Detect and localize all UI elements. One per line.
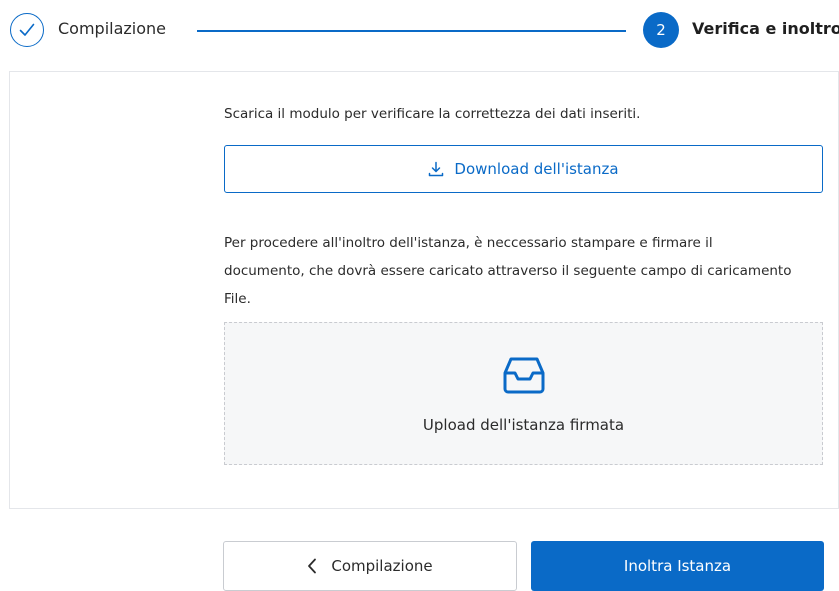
download-button-label: Download dell'istanza <box>454 160 619 178</box>
upload-label: Upload dell'istanza firmata <box>422 416 625 434</box>
back-button-label: Compilazione <box>331 557 433 575</box>
download-button[interactable]: Download dell'istanza <box>224 145 823 193</box>
file-upload-dropzone[interactable]: Upload dell'istanza firmata <box>224 322 823 465</box>
progress-stepper: Compilazione 2 Verifica e inoltro <box>0 0 839 62</box>
step-active-number: 2 <box>643 12 679 48</box>
submit-button-label: Inoltra Istanza <box>623 557 732 575</box>
download-icon <box>429 161 444 177</box>
chevron-left-icon <box>308 558 317 574</box>
upload-instructions: Per procedere all'inoltro dell'istanza, … <box>224 235 792 307</box>
step-completed-indicator <box>10 13 44 47</box>
step-connector-line <box>197 30 626 32</box>
check-icon <box>19 23 35 36</box>
step-verifica-label: Verifica e inoltro <box>692 19 839 38</box>
submit-button[interactable]: Inoltra Istanza <box>531 541 824 591</box>
inbox-tray-icon <box>503 357 545 394</box>
back-button[interactable]: Compilazione <box>223 541 517 591</box>
intro-text: Scarica il modulo per verificare la corr… <box>224 106 641 122</box>
step-compilazione-label: Compilazione <box>58 19 167 38</box>
